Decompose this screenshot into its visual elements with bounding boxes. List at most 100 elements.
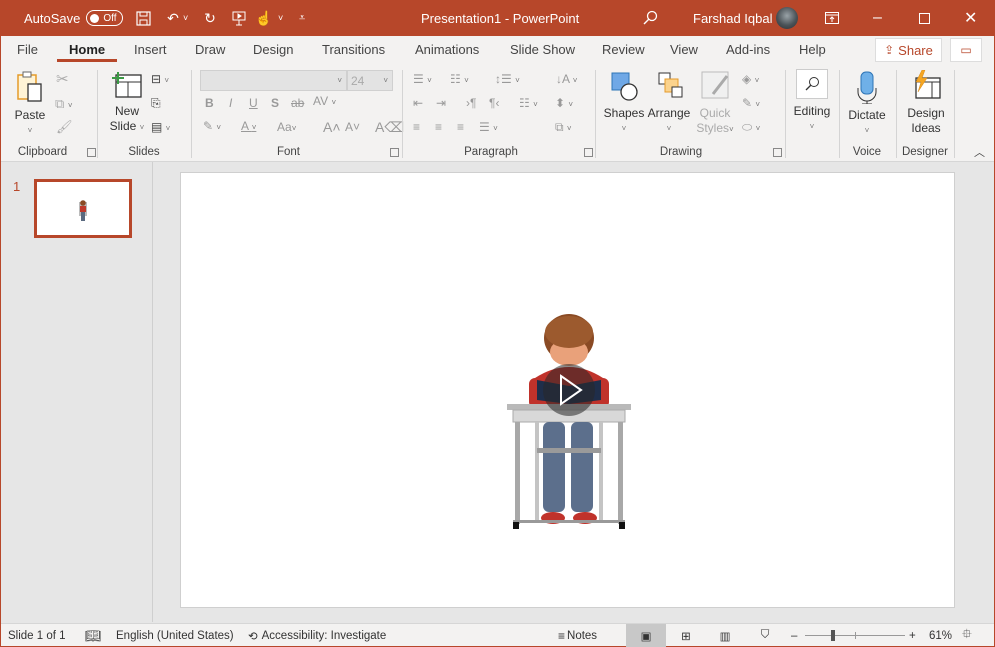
collapse-ribbon-icon[interactable]: ︿	[974, 144, 985, 160]
present-from-beginning-icon[interactable]	[231, 0, 247, 36]
redo-icon[interactable]: ↻	[200, 0, 220, 36]
tab-view[interactable]: View	[670, 36, 698, 64]
user-avatar[interactable]	[776, 0, 798, 36]
tab-design[interactable]: Design	[253, 36, 293, 64]
slide-show-button[interactable]: ⛉	[757, 624, 773, 647]
arrange-button[interactable]: Arrange ˅	[647, 70, 691, 136]
user-name[interactable]: Farshad Iqbal	[693, 0, 773, 36]
tab-draw[interactable]: Draw	[195, 36, 225, 64]
highlight-color-button[interactable]: ✎ ˅	[203, 119, 221, 133]
clear-formatting-button[interactable]: A⌫	[375, 119, 404, 136]
tab-transitions[interactable]: Transitions	[322, 36, 385, 64]
minimize-icon[interactable]: –	[873, 0, 882, 36]
strikethrough-button[interactable]: ab	[291, 96, 304, 110]
font-dialog-launcher[interactable]	[390, 148, 399, 157]
format-painter-icon[interactable]: 🖌	[56, 119, 73, 135]
language-indicator[interactable]: English (United States)	[116, 624, 234, 647]
zoom-slider[interactable]	[805, 624, 905, 647]
save-icon[interactable]	[134, 0, 152, 36]
shape-outline-button[interactable]: ✎ ˅	[742, 96, 760, 110]
customize-quick-access-icon[interactable]: ⩡	[299, 0, 305, 36]
slide-sorter-button[interactable]: ⊞	[678, 624, 694, 647]
paragraph-dialog-launcher[interactable]	[584, 148, 593, 157]
tab-home[interactable]: Home	[56, 36, 118, 64]
slide-thumbnail-1[interactable]	[34, 179, 132, 238]
boy-reading-video[interactable]	[505, 308, 633, 533]
search-icon[interactable]	[642, 0, 658, 36]
drawing-dialog-launcher[interactable]	[773, 148, 782, 157]
reading-view-button[interactable]: ▥	[717, 624, 733, 647]
italic-button[interactable]: I	[229, 96, 232, 110]
fit-slide-to-window-icon[interactable]: ⯐	[962, 624, 972, 647]
numbering-button[interactable]: ☷ ˅	[450, 72, 469, 86]
notes-button[interactable]: ≡ Notes	[558, 624, 597, 647]
zoom-out-button[interactable]: –	[791, 624, 797, 647]
copy-icon[interactable]: ⧉ ˅	[55, 96, 73, 112]
text-direction-button[interactable]: ↓A ˅	[556, 72, 577, 86]
tab-file[interactable]: File	[17, 36, 38, 64]
share-button[interactable]: ⇪ Share	[875, 38, 942, 62]
cut-icon[interactable]: ✂	[56, 70, 69, 88]
decrease-font-size-button[interactable]: A˅	[345, 120, 360, 134]
normal-view-button[interactable]: ▣	[626, 624, 666, 647]
close-icon[interactable]: ✕	[964, 0, 977, 36]
design-ideas-button[interactable]: Design Ideas	[903, 69, 949, 136]
autosave-toggle[interactable]: Off	[86, 10, 124, 26]
decrease-indent-button[interactable]: ⇤	[413, 96, 423, 110]
slide-counter[interactable]: Slide 1 of 1	[8, 624, 66, 647]
bullets-button[interactable]: ☰ ˅	[413, 72, 432, 86]
character-spacing-button[interactable]: AV ˅	[313, 94, 336, 108]
font-name-combo[interactable]: ˅	[200, 70, 347, 91]
convert-to-smartart-button[interactable]: ⧉ ˅	[555, 120, 572, 135]
undo-dropdown-icon[interactable]: ˅	[183, 0, 188, 36]
paste-dropdown-icon[interactable]: ˅	[13, 123, 47, 138]
tab-animations[interactable]: Animations	[415, 36, 479, 64]
columns-button[interactable]: ☷ ˅	[519, 96, 538, 110]
section-icon[interactable]: ▤ ˅	[151, 120, 170, 134]
align-left-button[interactable]: ≡	[413, 120, 420, 134]
change-case-button[interactable]: Aa˅	[277, 120, 296, 134]
tab-add-ins[interactable]: Add-ins	[726, 36, 770, 64]
dictate-button[interactable]: Dictate ˅	[846, 70, 888, 138]
shape-effects-button[interactable]: ⬭ ˅	[742, 120, 760, 135]
autosave[interactable]: AutoSave Off	[24, 0, 124, 36]
left-to-right-button[interactable]: ›¶	[466, 96, 476, 110]
increase-font-size-button[interactable]: A˄	[323, 119, 341, 135]
bold-button[interactable]: B	[205, 96, 214, 110]
align-right-button[interactable]: ≡	[457, 120, 464, 134]
underline-button[interactable]: U	[249, 96, 258, 110]
new-slide-button[interactable]: New Slide ˅	[109, 70, 145, 135]
paste-button[interactable]: Paste ˅	[13, 70, 47, 138]
tab-help[interactable]: Help	[799, 36, 826, 64]
shape-fill-button[interactable]: ◈ ˅	[742, 72, 759, 86]
tab-review[interactable]: Review	[602, 36, 645, 64]
editing-button[interactable]: Editing ˅	[791, 69, 833, 134]
touch-mode-icon[interactable]: ☝	[255, 0, 272, 36]
spelling-check-icon[interactable]: 📖︎	[85, 624, 102, 647]
undo-icon[interactable]: ↶	[163, 0, 183, 36]
align-text-button[interactable]: ⬍ ˅	[555, 96, 573, 110]
maximize-icon[interactable]	[919, 0, 930, 36]
quick-styles-button[interactable]: Quick Styles˅	[693, 70, 737, 137]
justify-button[interactable]: ☰ ˅	[479, 120, 498, 134]
comments-button[interactable]: ▭	[950, 38, 982, 62]
tab-insert[interactable]: Insert	[134, 36, 167, 64]
touch-dropdown-icon[interactable]: ˅	[278, 0, 283, 36]
slide-1[interactable]	[180, 172, 955, 608]
right-to-left-button[interactable]: ¶‹	[489, 96, 499, 110]
layout-icon[interactable]: ⊟ ˅	[151, 72, 169, 86]
shapes-button[interactable]: Shapes ˅	[603, 70, 645, 136]
font-size-combo[interactable]: 24 ˅	[347, 70, 393, 91]
ribbon-display-options-icon[interactable]	[825, 0, 839, 36]
accessibility-checker[interactable]: ⟲ Accessibility: Investigate	[248, 624, 386, 647]
zoom-percentage[interactable]: 61%	[929, 624, 952, 647]
zoom-in-button[interactable]: +	[909, 624, 916, 647]
center-button[interactable]: ≡	[435, 120, 442, 134]
increase-indent-button[interactable]: ⇥	[436, 96, 446, 110]
clipboard-dialog-launcher[interactable]	[87, 148, 96, 157]
font-color-button[interactable]: A ˅	[241, 119, 256, 133]
line-spacing-button[interactable]: ↕☰ ˅	[495, 72, 520, 86]
tab-slide-show[interactable]: Slide Show	[510, 36, 575, 64]
text-shadow-button[interactable]: S	[271, 96, 279, 110]
reset-icon[interactable]: ⎘	[151, 96, 161, 111]
